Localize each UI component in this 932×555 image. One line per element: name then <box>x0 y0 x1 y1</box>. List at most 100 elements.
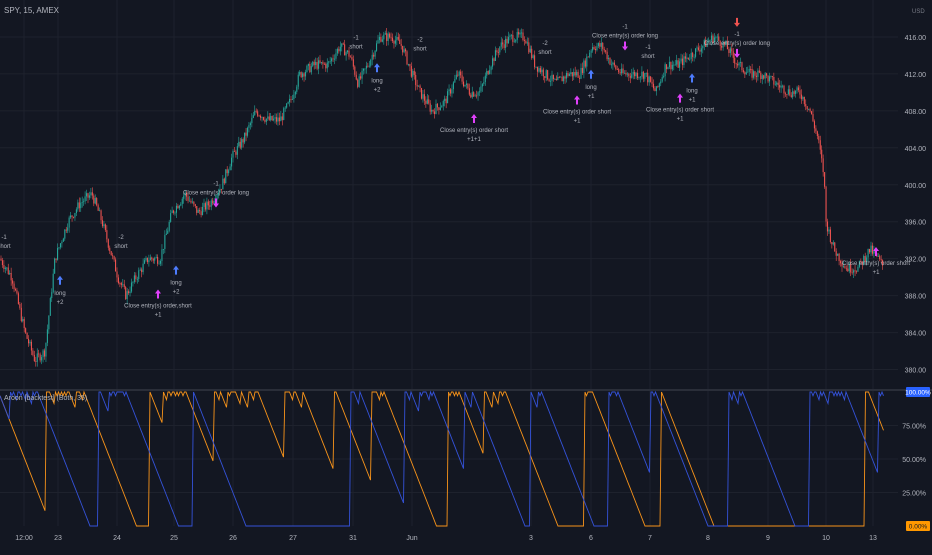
candle-body <box>39 354 41 361</box>
annotation-text: -1 <box>353 36 359 42</box>
candle-body <box>78 202 80 209</box>
candle-body <box>200 211 202 216</box>
candle-body <box>693 56 695 58</box>
candle-body <box>231 157 233 167</box>
candle-body <box>206 201 208 210</box>
candle-body <box>320 62 322 63</box>
candle-body <box>351 57 353 60</box>
candle-body <box>75 209 77 214</box>
candle-body <box>468 88 470 95</box>
aroon-up-value: 0.00% <box>909 524 928 531</box>
candle-body <box>494 50 496 62</box>
currency-label[interactable]: USD <box>912 9 925 15</box>
candle-body <box>787 89 789 95</box>
candle-body <box>618 69 620 73</box>
candle-body <box>790 95 792 98</box>
candle-body <box>797 87 800 91</box>
candle-body <box>416 84 418 87</box>
candle-body <box>767 75 769 82</box>
candle-body <box>690 52 692 59</box>
candle-body <box>683 56 685 66</box>
osc-tick-label: 75.00% <box>902 424 926 431</box>
candle-body <box>422 94 424 99</box>
candle-body <box>12 280 14 284</box>
candle-body <box>667 67 669 70</box>
candle-body <box>548 79 550 81</box>
candle-body <box>594 48 597 51</box>
symbol-label[interactable]: SPY, 15, AMEX <box>4 6 60 15</box>
candle-body <box>851 272 853 274</box>
candle-body <box>429 103 431 112</box>
candle-body <box>328 61 330 63</box>
indicator-label[interactable]: Aroon [backtest] (Both, 35) <box>4 395 87 402</box>
candle-body <box>352 59 354 67</box>
annotation-text: -2 <box>118 235 124 241</box>
candle-body <box>505 38 507 48</box>
candle-body <box>355 74 357 80</box>
price-tick-label: 384.00 <box>905 331 927 338</box>
candle-body <box>171 210 173 214</box>
time-tick-label: Jun <box>406 535 417 542</box>
candle-body <box>663 76 665 78</box>
candle-body <box>158 263 160 265</box>
chart-canvas[interactable]: -1 short long +2 -2 short Close entry(s) order… <box>0 0 932 550</box>
candle-body <box>552 74 554 80</box>
candle-body <box>673 64 675 66</box>
annotation-text: +1 <box>689 97 697 103</box>
annotation-text: short <box>730 0 744 1</box>
candle-body <box>354 66 356 75</box>
candle-body <box>526 42 528 44</box>
candle-body <box>396 37 398 41</box>
candle-body <box>154 257 156 261</box>
candle-body <box>515 39 517 42</box>
candle-body <box>542 69 544 77</box>
candle-body <box>484 75 486 83</box>
candle-body <box>507 36 510 44</box>
candle-body <box>57 248 59 260</box>
annotation-text: long <box>585 85 596 91</box>
candle-body <box>141 269 143 273</box>
candle-body <box>238 141 240 147</box>
candle-body <box>499 46 501 53</box>
candle-body <box>228 170 230 174</box>
candle-body <box>403 49 405 53</box>
candle-body <box>476 95 478 97</box>
candle-body <box>104 224 106 231</box>
candle-body <box>774 84 776 86</box>
candle-body <box>432 109 434 112</box>
candle-body <box>777 82 779 86</box>
candle-body <box>652 83 655 89</box>
candle-body <box>616 69 618 70</box>
candle-body <box>457 74 459 76</box>
candle-body <box>449 89 452 94</box>
candle-body <box>554 79 556 80</box>
candle-body <box>596 46 598 51</box>
candle-body <box>329 61 331 63</box>
candle-body <box>452 82 454 90</box>
time-tick-label: 6 <box>589 535 593 542</box>
candle-body <box>626 73 628 75</box>
candle-body <box>358 76 360 87</box>
candle-body <box>513 41 515 43</box>
candle-body <box>244 132 246 143</box>
candle-body <box>139 269 141 271</box>
candle-body <box>290 98 292 100</box>
candle-body <box>235 151 237 155</box>
candle-body <box>203 203 205 207</box>
candle-body <box>628 73 630 77</box>
annotation-text: +2 <box>57 300 65 306</box>
candle-body <box>35 361 37 362</box>
candle-body <box>812 114 814 122</box>
candle-body <box>587 56 589 58</box>
candle-body <box>574 72 576 76</box>
candle-body <box>869 248 871 253</box>
candle-body <box>480 86 482 92</box>
candle-body <box>502 42 504 45</box>
candle-body <box>299 72 301 75</box>
candle-body <box>155 257 157 258</box>
candle-body <box>847 268 849 272</box>
annotation-text: Close entry(s) order short <box>646 108 714 114</box>
candle-body <box>786 94 788 96</box>
candle-body <box>418 85 420 87</box>
candle-body <box>645 72 647 74</box>
